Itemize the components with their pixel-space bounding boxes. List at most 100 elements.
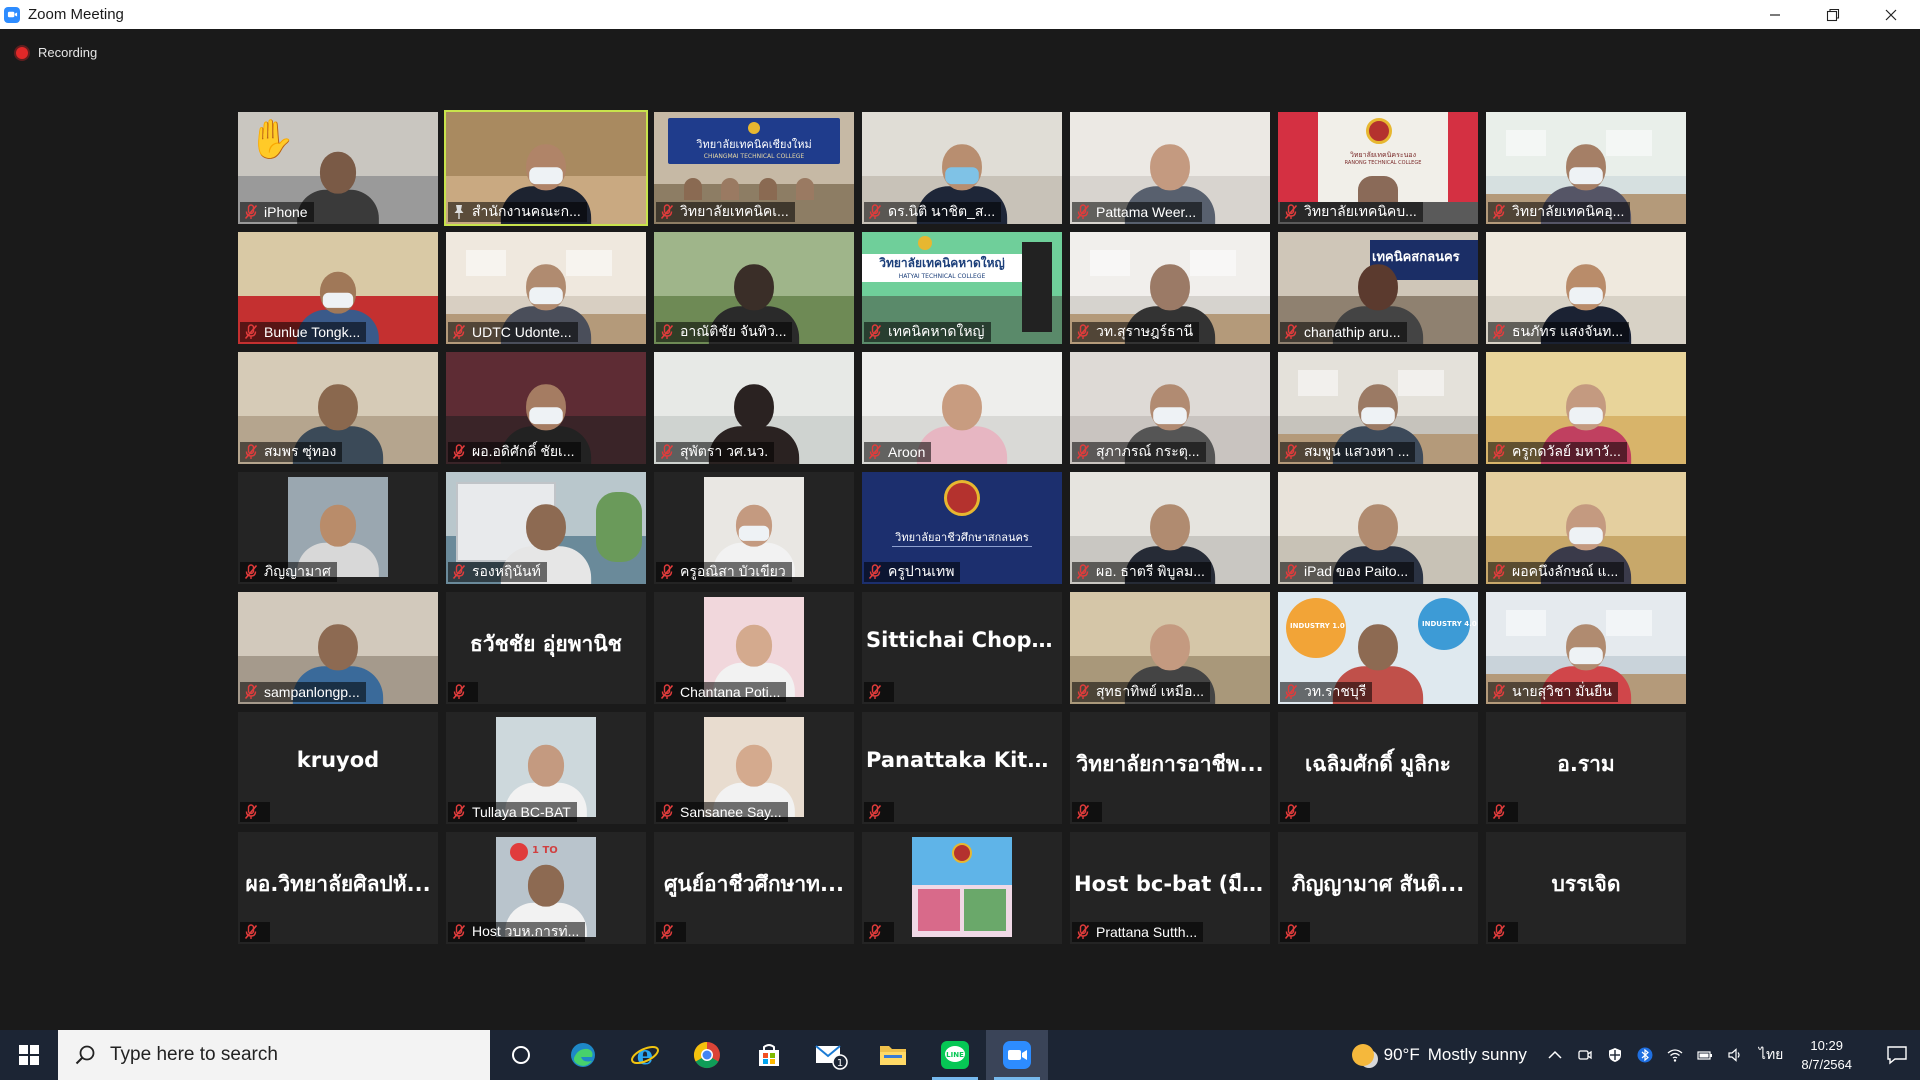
participant-tile[interactable]: สุภาภรณ์ กระตุ... xyxy=(1070,352,1270,464)
participant-tile[interactable]: วิทยาลัยเทคนิคหาดใหญ่ HATYAI TECHNICAL CO… xyxy=(862,232,1062,344)
participant-tile[interactable]: เฉลิมศักดิ์ มูลิกะ xyxy=(1278,712,1478,824)
participant-tile[interactable]: ผอ.วิทยาลัยศิลปหั... xyxy=(238,832,438,944)
muted-mic-icon xyxy=(452,684,466,700)
participant-tile[interactable]: ผอ. ธาตรี พิบูลม... xyxy=(1070,472,1270,584)
taskbar-file-explorer[interactable] xyxy=(862,1030,924,1080)
taskbar-zoom[interactable] xyxy=(986,1030,1048,1080)
participant-tile[interactable]: รองหฤินันท์ xyxy=(446,472,646,584)
participant-tile[interactable]: ธนภัทร แสงจันท... xyxy=(1486,232,1686,344)
participant-tile[interactable]: Host bc-bat (มือ... Prattana Sutth... xyxy=(1070,832,1270,944)
participant-name: สมพร ซุ่ทอง xyxy=(264,443,337,459)
chevron-up-icon[interactable] xyxy=(1547,1047,1563,1063)
participant-tile[interactable]: ธวัชชัย อุ่ยพานิช xyxy=(446,592,646,704)
minimize-button[interactable] xyxy=(1746,0,1804,29)
participant-tile[interactable] xyxy=(862,832,1062,944)
muted-mic-icon xyxy=(868,924,882,940)
participant-name: วท.สุราษฎร์ธานี xyxy=(1096,323,1194,339)
muted-mic-icon xyxy=(1076,804,1090,820)
participant-name-label: ดร.นิติ นาชิต_ส... xyxy=(864,202,1002,222)
participant-tile[interactable]: Sittichai Choptum xyxy=(862,592,1062,704)
participant-tile[interactable]: Aroon xyxy=(862,352,1062,464)
task-view-button[interactable] xyxy=(490,1030,552,1080)
participant-tile[interactable]: อ.ราม xyxy=(1486,712,1686,824)
participant-name-label xyxy=(1072,802,1102,822)
participant-name-label: sampanlongp... xyxy=(240,682,366,702)
participant-tile[interactable]: วิทยาลัยอาชีวศึกษาสกลนคร ครูปานเทพ xyxy=(862,472,1062,584)
muted-mic-icon xyxy=(244,444,258,460)
participant-tile[interactable]: sampanlongp... xyxy=(238,592,438,704)
participant-tile[interactable]: ภิญญามาศ xyxy=(238,472,438,584)
recording-indicator[interactable]: Recording xyxy=(16,45,97,60)
participant-tile[interactable]: สมพูน แสวงหา ... xyxy=(1278,352,1478,464)
svg-text:e: e xyxy=(637,1041,654,1070)
taskbar-chrome[interactable] xyxy=(676,1030,738,1080)
muted-mic-icon xyxy=(868,564,882,580)
clock[interactable]: 10:29 8/7/2564 xyxy=(1801,1036,1852,1074)
taskbar-line[interactable]: LINE xyxy=(924,1030,986,1080)
restore-button[interactable] xyxy=(1804,0,1862,29)
cortana-icon xyxy=(512,1046,530,1064)
participant-tile[interactable]: kruyod xyxy=(238,712,438,824)
meet-now-icon[interactable] xyxy=(1577,1047,1593,1063)
participant-name: ดร.นิติ นาชิต_ส... xyxy=(888,203,996,219)
participant-tile[interactable]: สุพัตรา วศ.นว. xyxy=(654,352,854,464)
participant-name-label xyxy=(240,802,270,822)
participant-name: iPhone xyxy=(264,204,308,220)
wifi-icon[interactable] xyxy=(1667,1047,1683,1063)
volume-icon[interactable] xyxy=(1727,1047,1743,1063)
participant-tile[interactable]: วิทยาลัยเทคนิคอุ... xyxy=(1486,112,1686,224)
participant-tile[interactable]: ✋ iPhone xyxy=(238,112,438,224)
taskbar-mail[interactable]: 1 xyxy=(800,1030,862,1080)
participant-tile[interactable]: 1 TO Host วบห.การท่... xyxy=(446,832,646,944)
close-button[interactable] xyxy=(1862,0,1920,29)
participant-tile[interactable]: สำนักงานคณะก... xyxy=(444,110,648,226)
participant-tile[interactable]: ครูกดวัลย์ มหาวั... xyxy=(1486,352,1686,464)
taskbar-edge[interactable] xyxy=(552,1030,614,1080)
participant-tile[interactable]: INDUSTRY 1.0 INDUSTRY 4.0 วท.ราชบุรี xyxy=(1278,592,1478,704)
participant-tile[interactable]: ภิญญามาศ สันติ... xyxy=(1278,832,1478,944)
participant-name-label: อาณัติชัย จันทิว... xyxy=(656,322,793,342)
participant-tile[interactable]: ผอคนึงลักษณ์ แ... xyxy=(1486,472,1686,584)
security-shield-icon[interactable] xyxy=(1607,1047,1623,1063)
participant-tile[interactable]: Pattama Weer... xyxy=(1070,112,1270,224)
bluetooth-icon[interactable] xyxy=(1637,1047,1653,1063)
taskbar-search-box[interactable]: Type here to search xyxy=(58,1030,490,1080)
weather-widget[interactable]: 90°F Mostly sunny xyxy=(1351,1044,1527,1066)
participant-tile[interactable]: วิทยาลัยการอาชีพ... xyxy=(1070,712,1270,824)
participant-name-label: สมพร ซุ่ทอง xyxy=(240,442,343,462)
participant-tile[interactable]: สมพร ซุ่ทอง xyxy=(238,352,438,464)
participant-name-label: เทคนิคหาดใหญ่ xyxy=(864,322,991,342)
participant-tile[interactable]: อาณัติชัย จันทิว... xyxy=(654,232,854,344)
start-button[interactable] xyxy=(0,1030,58,1080)
muted-mic-icon xyxy=(660,804,674,820)
participant-tile[interactable]: ครูอณิสา บัวเขียว xyxy=(654,472,854,584)
participant-tile[interactable]: ศูนย์อาชีวศึกษาท... xyxy=(654,832,854,944)
participant-tile[interactable]: บรรเจิด xyxy=(1486,832,1686,944)
participant-name-label xyxy=(240,922,270,942)
participant-tile[interactable]: เทคนิคสกลนคร chanathip aru... xyxy=(1278,232,1478,344)
participant-tile[interactable]: วท.สุราษฎร์ธานี xyxy=(1070,232,1270,344)
participant-tile[interactable]: สุทธาทิพย์ เหมือ... xyxy=(1070,592,1270,704)
participant-tile[interactable]: Panattaka Kittikul xyxy=(862,712,1062,824)
participant-tile[interactable]: ผอ.อดิศักดิ์ ชัยเ... xyxy=(446,352,646,464)
action-center-button[interactable] xyxy=(1874,1030,1920,1080)
muted-mic-icon xyxy=(1492,924,1506,940)
participant-name: ธนภัทร แสงจันท... xyxy=(1512,323,1624,339)
battery-icon[interactable] xyxy=(1697,1047,1713,1063)
participant-tile[interactable]: iPad ของ Paito... xyxy=(1278,472,1478,584)
participant-tile[interactable]: Sansanee Say... xyxy=(654,712,854,824)
participant-name-label: วท.ราชบุรี xyxy=(1280,682,1373,702)
participant-tile[interactable]: UDTC Udonte... xyxy=(446,232,646,344)
participant-tile[interactable]: วิทยาลัยเทคนิคระนอง RANONG TECHNICAL COLL… xyxy=(1278,112,1478,224)
participant-tile[interactable]: Bunlue Tongk... xyxy=(238,232,438,344)
taskbar-internet-explorer[interactable]: e xyxy=(614,1030,676,1080)
participant-display-name: ภิญญามาศ สันติ... xyxy=(1291,872,1465,896)
taskbar-store[interactable] xyxy=(738,1030,800,1080)
participant-tile[interactable]: ดร.นิติ นาชิต_ส... xyxy=(862,112,1062,224)
minimize-icon xyxy=(1770,13,1780,16)
participant-tile[interactable]: วิทยาลัยเทคนิคเชียงใหม่ CHIANGMAI TECHNIC… xyxy=(654,112,854,224)
participant-tile[interactable]: Chantana Poti... xyxy=(654,592,854,704)
participant-tile[interactable]: Tullaya BC-BAT xyxy=(446,712,646,824)
participant-tile[interactable]: นายสุวิชา มั่นยืน xyxy=(1486,592,1686,704)
input-language[interactable]: ไทย xyxy=(1759,1044,1783,1066)
